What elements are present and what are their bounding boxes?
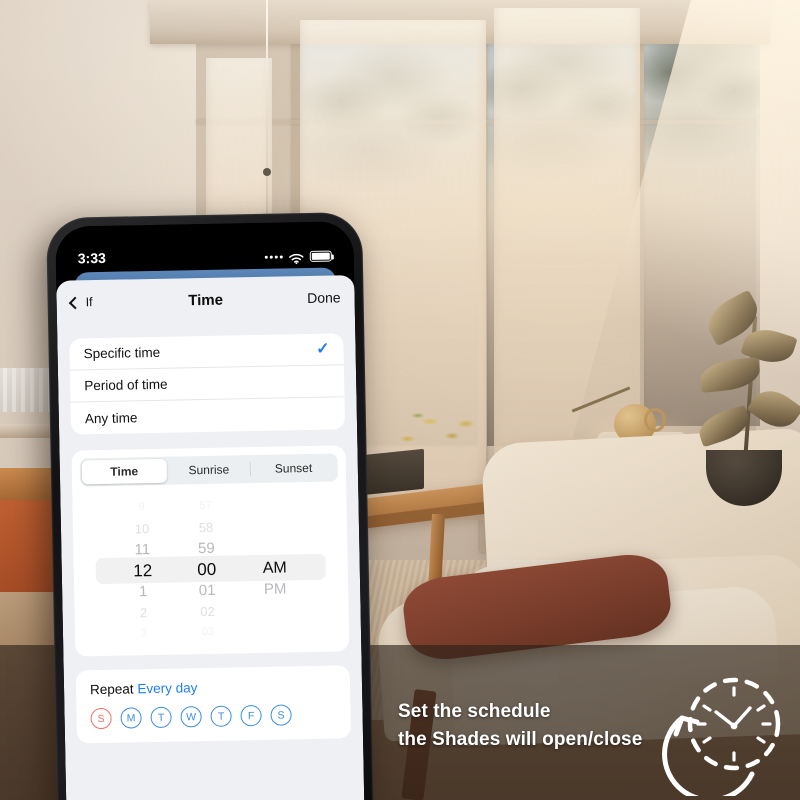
smartphone-mockup: 3:33 If Time Done Specific time ✓ Period… bbox=[46, 211, 374, 800]
repeat-day-selector[interactable]: S M T W T F S bbox=[90, 704, 336, 730]
option-period-of-time[interactable]: Period of time bbox=[69, 365, 345, 403]
day-letter: S bbox=[97, 712, 105, 725]
hour-value: 9 bbox=[138, 500, 145, 513]
minute-value: 02 bbox=[200, 603, 215, 619]
sheet-navbar: If Time Done bbox=[56, 275, 355, 325]
repeat-label: Repeat bbox=[89, 681, 134, 698]
day-saturday[interactable]: S bbox=[270, 704, 292, 726]
day-letter: W bbox=[186, 710, 197, 723]
repeat-value[interactable]: Every day bbox=[137, 680, 197, 696]
option-label: Any time bbox=[84, 409, 138, 426]
minute-column[interactable]: 57 58 59 00 01 02 03 bbox=[173, 495, 240, 643]
phone-screen: 3:33 If Time Done Specific time ✓ Period… bbox=[55, 221, 365, 800]
hour-selected: 12 bbox=[133, 560, 153, 580]
option-any-time[interactable]: Any time bbox=[71, 397, 346, 434]
time-source-segmented-control[interactable]: Time Sunrise Sunset bbox=[79, 453, 339, 487]
day-sunday[interactable]: S bbox=[90, 707, 112, 730]
option-label: Specific time bbox=[83, 344, 161, 362]
back-label: If bbox=[85, 295, 93, 310]
battery-full-icon bbox=[309, 250, 332, 262]
minute-selected: 00 bbox=[197, 559, 217, 579]
time-modal-sheet: If Time Done Specific time ✓ Period of t… bbox=[56, 275, 365, 800]
minute-value: 59 bbox=[197, 539, 215, 557]
day-letter: S bbox=[277, 709, 285, 722]
caption-line-1: Set the schedule bbox=[398, 701, 551, 722]
option-specific-time[interactable]: Specific time ✓ bbox=[69, 333, 344, 371]
hour-value: 10 bbox=[134, 520, 150, 536]
hour-value: 3 bbox=[140, 626, 148, 639]
day-letter: M bbox=[126, 711, 136, 725]
chevron-left-icon bbox=[68, 296, 82, 309]
minute-value: 58 bbox=[198, 519, 214, 535]
minute-value: 03 bbox=[201, 625, 215, 638]
day-tuesday[interactable]: T bbox=[150, 706, 172, 729]
day-thursday[interactable]: T bbox=[210, 705, 232, 727]
status-time: 3:33 bbox=[77, 249, 106, 267]
meridiem-value: PM bbox=[263, 579, 287, 598]
segment-time[interactable]: Time bbox=[81, 458, 167, 485]
back-button[interactable]: If bbox=[68, 295, 93, 310]
meridiem-selected: AM bbox=[262, 558, 287, 577]
hour-column[interactable]: 9 10 11 12 1 2 3 bbox=[109, 496, 176, 644]
hour-value: 2 bbox=[139, 604, 148, 620]
caption-line-2: the Shades will open/close bbox=[398, 728, 643, 750]
minute-value: 57 bbox=[199, 499, 212, 512]
hour-value: 1 bbox=[138, 582, 148, 600]
hour-value: 11 bbox=[134, 540, 151, 558]
segment-sunrise[interactable]: Sunrise bbox=[166, 457, 252, 483]
repeat-row: Repeat Every day bbox=[89, 678, 336, 698]
done-button[interactable]: Done bbox=[307, 289, 341, 306]
segment-label: Time bbox=[110, 464, 139, 479]
day-wednesday[interactable]: W bbox=[180, 706, 202, 728]
wifi-icon bbox=[289, 251, 304, 265]
meridiem-column[interactable]: AM PM bbox=[237, 493, 312, 641]
segment-label: Sunrise bbox=[188, 462, 230, 478]
promo-caption: Set the schedule the Shades will open/cl… bbox=[398, 698, 642, 753]
cellular-dots-icon bbox=[264, 255, 283, 259]
option-label: Period of time bbox=[84, 376, 168, 394]
time-picker-wheel[interactable]: 9 10 11 12 1 2 3 57 58 59 00 01 02 03 AM… bbox=[80, 491, 341, 646]
day-letter: F bbox=[247, 709, 255, 722]
repeat-card[interactable]: Repeat Every day S M T W T F S bbox=[75, 665, 352, 744]
phone-notch bbox=[148, 222, 261, 248]
day-letter: T bbox=[157, 711, 165, 724]
day-friday[interactable]: F bbox=[240, 704, 262, 727]
checkmark-icon: ✓ bbox=[315, 340, 330, 358]
minute-value: 01 bbox=[198, 581, 216, 599]
day-letter: T bbox=[217, 710, 225, 723]
dashed-clock-arrow-icon bbox=[660, 668, 788, 796]
day-monday[interactable]: M bbox=[120, 707, 142, 729]
segment-label: Sunset bbox=[274, 460, 313, 476]
time-mode-list: Specific time ✓ Period of time Any time bbox=[69, 333, 346, 435]
segment-sunset[interactable]: Sunset bbox=[251, 455, 336, 481]
time-picker-card: Time Sunrise Sunset 9 10 11 12 1 2 3 57 … bbox=[71, 445, 350, 657]
